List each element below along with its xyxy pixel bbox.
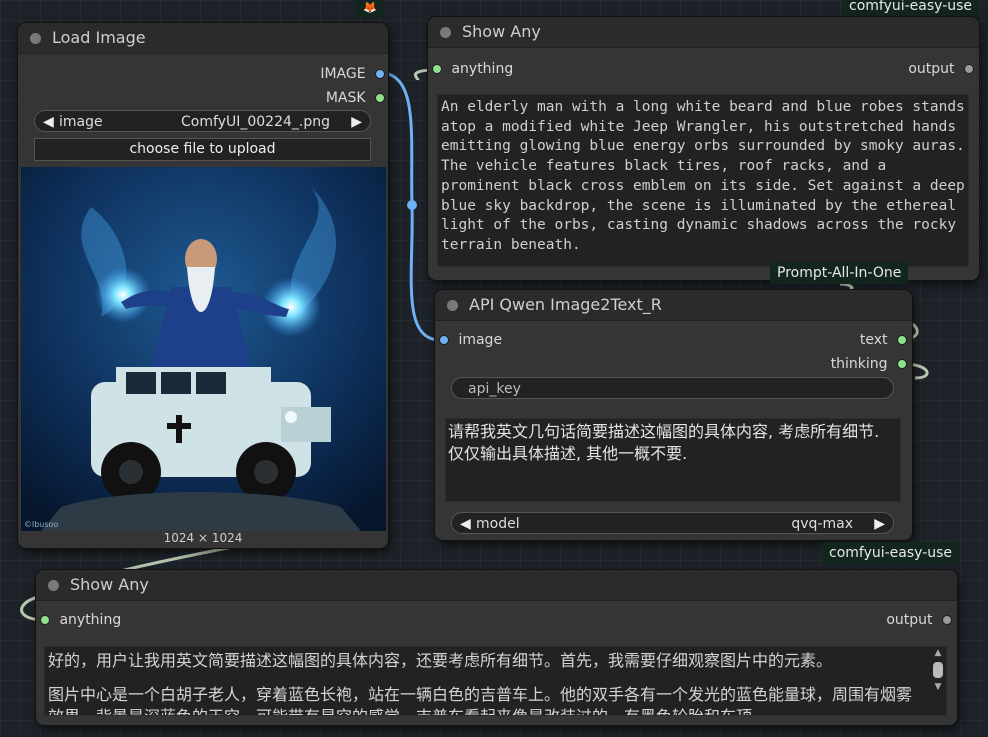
preview-watermark: ©lbusoo — [24, 520, 59, 529]
image-dimensions: 1024 × 1024 — [163, 531, 243, 545]
node-title: Load Image — [52, 28, 146, 47]
show-any-node-bottom[interactable]: Show Any anything output 好的，用户让我用英文简要描述这… — [36, 570, 957, 725]
text-socket[interactable] — [898, 336, 906, 344]
anything-socket[interactable] — [433, 65, 441, 73]
fox-tag: 🦊 — [356, 0, 384, 17]
prompt-all-in-one-tag: Prompt-All-In-One — [770, 262, 909, 284]
output-thinking[interactable]: thinking — [831, 355, 906, 373]
scrollbar[interactable]: ▲ ▼ — [931, 648, 945, 712]
image-socket[interactable] — [376, 70, 384, 78]
node-title: Show Any — [462, 22, 541, 41]
upload-button[interactable]: choose file to upload — [34, 138, 371, 161]
combo-label: image — [59, 114, 103, 130]
model-combo[interactable]: ◀ model qvq-max ▶ — [451, 512, 894, 534]
easy-use-tag: comfyui-easy-use — [822, 542, 960, 564]
output-socket[interactable] — [943, 616, 951, 624]
image-combo[interactable]: ◀ image ComfyUI_00224_.png ▶ — [34, 110, 371, 132]
output-slot[interactable]: output — [886, 611, 951, 629]
node-title: Show Any — [70, 575, 149, 594]
anything-socket[interactable] — [41, 616, 49, 624]
scroll-down-icon[interactable]: ▼ — [931, 682, 945, 692]
right-arrow-icon[interactable]: ▶ — [351, 111, 362, 133]
image-input-socket[interactable] — [440, 336, 448, 344]
api-key-input[interactable]: api_key — [451, 377, 894, 399]
qwen-node[interactable]: API Qwen Image2Text_R image text thinkin… — [435, 290, 912, 540]
scroll-thumb[interactable] — [933, 662, 943, 678]
input-anything[interactable]: anything — [41, 611, 121, 629]
combo-value: qvq-max — [791, 516, 853, 532]
mask-socket[interactable] — [376, 94, 384, 102]
prompt-textarea[interactable]: 请帮我英文几句话简要描述这幅图的具体内容, 考虑所有细节. 仅仅输出具体描述, … — [445, 418, 901, 502]
collapse-dot[interactable] — [48, 580, 59, 591]
right-arrow-icon[interactable]: ▶ — [874, 513, 885, 535]
output-image[interactable]: IMAGE — [320, 65, 384, 83]
show-any-title-bar[interactable]: Show Any — [36, 570, 957, 601]
show-any-text[interactable]: An elderly man with a long white beard a… — [437, 94, 969, 267]
preview-image — [21, 167, 386, 531]
combo-label: model — [476, 516, 520, 532]
left-arrow-icon[interactable]: ◀ — [43, 111, 54, 133]
output-text[interactable]: text — [860, 331, 906, 349]
show-any-node-top[interactable]: Show Any anything output An elderly man … — [428, 17, 979, 280]
left-arrow-icon[interactable]: ◀ — [460, 513, 471, 535]
collapse-dot[interactable] — [30, 33, 41, 44]
show-any-text[interactable]: 好的，用户让我用英文简要描述这幅图的具体内容，还要考虑所有细节。首先，我需要仔细… — [44, 646, 947, 716]
combo-value: ComfyUI_00224_.png — [181, 114, 330, 130]
show-any-title-bar[interactable]: Show Any — [428, 17, 979, 48]
collapse-dot[interactable] — [447, 300, 458, 311]
output-socket[interactable] — [965, 65, 973, 73]
node-title: API Qwen Image2Text_R — [469, 295, 662, 314]
collapse-dot[interactable] — [440, 27, 451, 38]
output-mask[interactable]: MASK — [326, 89, 384, 107]
thinking-socket[interactable] — [898, 360, 906, 368]
input-image[interactable]: image — [440, 331, 502, 349]
paragraph-2: 图片中心是一个白胡子老人，穿着蓝色长袍，站在一辆白色的吉普车上。他的双手各有一个… — [48, 685, 913, 715]
easy-use-tag-top: comfyui-easy-use — [842, 0, 980, 17]
paragraph-1: 好的，用户让我用英文简要描述这幅图的具体内容，还要考虑所有细节。首先，我需要仔细… — [48, 651, 833, 670]
qwen-title-bar[interactable]: API Qwen Image2Text_R — [435, 290, 912, 321]
load-image-node[interactable]: Load Image IMAGE MASK ◀ image ComfyUI_00… — [18, 23, 388, 548]
scroll-up-icon[interactable]: ▲ — [931, 648, 945, 658]
wire-reroute-dot — [407, 200, 417, 210]
load-image-title-bar[interactable]: Load Image — [18, 23, 388, 54]
output-slot[interactable]: output — [908, 60, 973, 78]
input-anything[interactable]: anything — [433, 60, 513, 78]
